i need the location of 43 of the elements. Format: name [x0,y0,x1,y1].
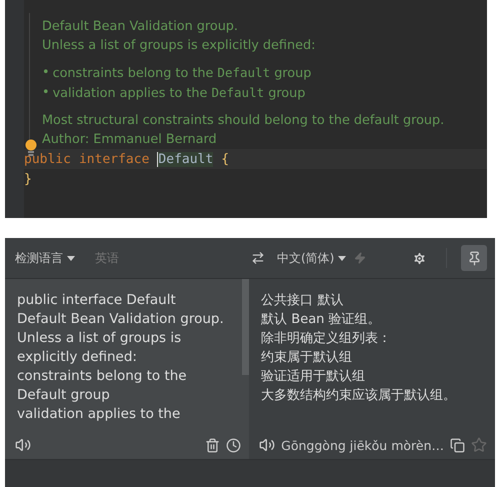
pin-button[interactable] [461,245,487,271]
source-text-line: Unless a list of groups is [17,329,182,348]
source-text-line: Default Bean Validation group. [17,310,225,329]
scrollbar-thumb[interactable] [242,279,250,375]
source-language-dropdown[interactable]: 检测语言 [15,250,75,266]
bullet-marker: • [42,84,50,102]
translated-text-line: 大多数结构约束应该属于默认组。 [261,387,458,405]
source-text-line: validation applies to the [17,405,182,424]
clock-icon[interactable] [226,438,242,452]
translated-text-line: 公共接口 默认 [261,292,344,310]
target-language-dropdown[interactable]: 中文(简体) [277,250,346,266]
romanization-text: Gōnggòng jiēkǒu mòrèn… [281,438,444,452]
code-token: public [24,152,71,166]
doc-text: constraints belong to the Default group [52,64,312,83]
copy-icon[interactable] [450,438,465,452]
swap-icon[interactable] [251,251,265,265]
code-token: } [24,172,32,186]
doc-text: Most structural constraints should belong to the default group. [42,112,446,130]
translated-text-line: 验证适用于默认组 [261,368,366,386]
source-text-line: constraints belong to the [17,367,188,386]
trash-icon[interactable] [205,438,220,452]
doc-text: Author: Emmanuel Bernard [42,131,218,149]
settings-icon [412,250,426,266]
bullet-marker: • [42,64,50,82]
star-icon[interactable] [471,437,487,453]
code-token: interface [78,152,150,166]
translated-text-line: 默认 Bean 验证组。 [261,311,382,329]
doc-text: Unless a list of groups is explicitly defined: [42,37,316,55]
speaker-icon[interactable] [15,437,31,453]
detected-language: 英语 [95,250,119,266]
translated-text-line: 约束属于默认组 [261,349,354,367]
translated-text-line: 除非明确定义组列表： [261,330,392,348]
source-text-line: explicitly defined: [17,348,138,367]
doc-text: validation applies to the Default group [52,84,306,103]
speaker-icon[interactable] [259,437,276,453]
code-token: { [221,152,230,166]
code-token: Default [157,152,214,166]
source-text-line: Default group [17,386,111,405]
pin-icon [466,250,482,266]
caret-icon [338,256,346,260]
caret-icon [67,256,75,260]
doc-text: Default Bean Validation group. [42,18,239,36]
source-text-line: public interface Default [17,291,177,310]
